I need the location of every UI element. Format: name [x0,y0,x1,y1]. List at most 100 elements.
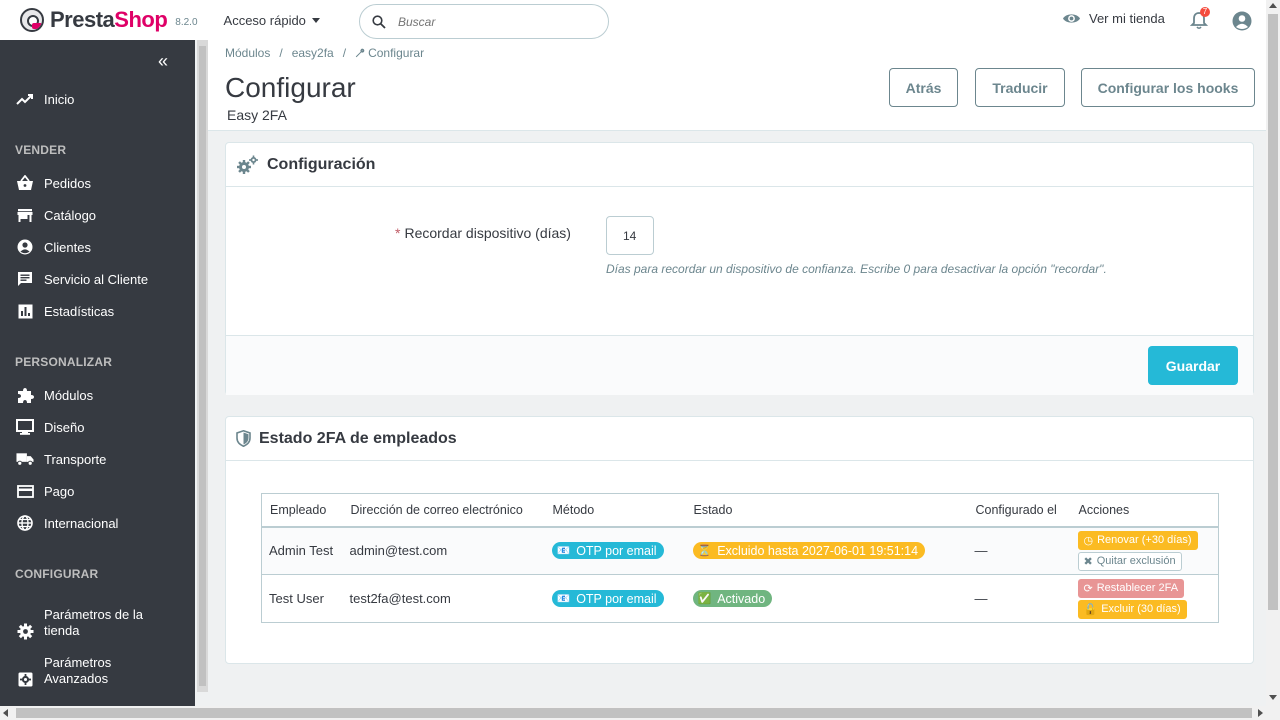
sidebar-section-configurar: CONFIGURAR [15,567,99,581]
gear-icon [16,622,34,640]
sidebar-item-label: Estadísticas [44,303,115,319]
remove-exclusion-label: Quitar exclusión [1096,555,1176,568]
configure-hooks-button[interactable]: Configurar los hooks [1081,68,1255,107]
notifications-button[interactable]: 7 [1189,7,1210,33]
translate-button[interactable]: Traducir [975,68,1065,107]
sidebar-item-parametros-tienda[interactable]: Parámetros de la tienda [0,606,195,640]
sidebar-item-label: Clientes [44,239,91,255]
bar-chart-icon [16,302,34,320]
quick-access-dropdown[interactable]: Acceso rápido [224,13,320,28]
credit-card-icon [16,482,34,500]
method-cell: 📧 OTP por email [544,526,686,575]
sidebar-item-transporte[interactable]: Transporte [0,450,195,468]
collapse-sidebar-icon[interactable]: « [158,52,168,70]
sidebar-section-vender: VENDER [15,143,67,157]
status-cell: ⏳ Excluido hasta 2027-06-01 19:51:14 [685,526,968,575]
breadcrumb-separator: / [279,46,283,60]
account-circle-icon [16,238,34,256]
account-circle-icon [1232,11,1252,31]
exclude-30-days-button[interactable]: 🔓 Excluir (30 días) [1077,599,1187,619]
search-input[interactable] [398,14,588,29]
renew-exclusion-label: Renovar (+30 días) [1097,534,1192,547]
save-button[interactable]: Guardar [1148,346,1238,385]
page-header: Módulos / easy2fa / Configurar Configura… [208,40,1266,131]
sidebar-item-pedidos[interactable]: Pedidos [0,174,195,192]
remove-exclusion-button[interactable]: ✖ Quitar exclusión [1077,551,1182,571]
breadcrumb-separator: / [342,46,347,60]
search-box[interactable] [359,4,609,39]
scroll-left-arrow-icon[interactable] [3,709,8,717]
sidebar-item-clientes[interactable]: Clientes [0,238,195,256]
prestashop-logo[interactable]: PrestaShop 8.2.0 [20,7,198,33]
chat-icon [16,270,34,288]
remember-device-days-input[interactable] [606,216,654,255]
employee-name-cell: Test User [261,574,343,623]
back-button[interactable]: Atrás [889,68,958,107]
employee-name-cell: Admin Test [261,526,343,575]
unlock-icon: 🔓 [1083,603,1098,616]
sidebar-item-estadisticas[interactable]: Estadísticas [0,302,195,320]
view-store-link[interactable]: Ver mi tienda [1062,11,1165,26]
employee-2fa-table: Empleado Dirección de correo electrónico… [261,493,1219,623]
reset-2fa-button[interactable]: ⟳ Restablecer 2FA [1077,578,1185,598]
scroll-right-arrow-icon[interactable] [1258,709,1263,717]
page-vertical-scrollbar[interactable] [1266,0,1280,706]
desktop-icon [16,418,34,436]
breadcrumb-modulos[interactable]: Módulos [225,46,270,60]
scroll-up-arrow-icon[interactable] [1269,3,1277,8]
sidebar-item-modulos[interactable]: Módulos [0,386,195,404]
status-badge: ⏳ Excluido hasta 2027-06-01 19:51:14 [692,542,926,560]
row-actions: ⟳ Restablecer 2FA 🔓 Excluir (30 días) [1077,578,1212,619]
puffin-logo-icon [20,8,44,32]
page-horizontal-scrollbar-thumb[interactable] [16,708,1252,718]
sidebar-item-label: Internacional [44,515,119,531]
shopping-basket-icon [16,174,34,192]
page-subtitle: Easy 2FA [227,107,287,123]
status-panel-heading: Estado 2FA de empleados [226,417,1253,461]
configured-at-cell: — [967,526,1071,575]
sidebar-item-internacional[interactable]: Internacional [0,514,195,532]
advanced-settings-icon [16,670,34,688]
sidebar-item-label: Diseño [44,419,85,435]
scroll-down-arrow-icon[interactable] [1269,695,1277,700]
status-badge: ✅ Activado [692,590,773,607]
exclude-30-days-label: Excluir (30 días) [1101,603,1181,615]
sidebar-item-label: Parámetros Avanzados [44,655,112,686]
sidebar-item-servicio-cliente[interactable]: Servicio al Cliente [0,270,195,288]
status-badge-label: Activado [717,591,766,606]
configured-at-cell: — [967,574,1071,623]
renew-exclusion-button[interactable]: ◷ Renovar (+30 días) [1077,530,1198,550]
account-button[interactable] [1232,11,1252,34]
sidebar-item-label: Transporte [44,451,107,467]
actions-cell: ◷ Renovar (+30 días) ✖ Quitar exclusión [1070,526,1219,575]
sidebar-scrollbar[interactable] [197,40,208,692]
sidebar-item-pago[interactable]: Pago [0,482,195,500]
hourglass-icon: ⏳ [697,545,712,558]
sidebar-item-label: Pago [44,483,75,499]
sidebar-item-label: Catálogo [44,207,97,223]
sidebar-item-parametros-avanzados[interactable]: Parámetros Avanzados [0,654,195,688]
row-actions: ◷ Renovar (+30 días) ✖ Quitar exclusión [1077,530,1212,571]
globe-icon [16,514,34,532]
sidebar-item-catalogo[interactable]: Catálogo [0,206,195,224]
configuration-panel-heading: Configuración [226,143,1253,187]
remember-device-label: * Recordar dispositivo (días) [395,225,571,241]
sidebar-item-diseno[interactable]: Diseño [0,418,195,436]
column-header-actions: Acciones [1070,493,1219,528]
sidebar-item-label: Módulos [44,387,94,403]
page-vertical-scrollbar-thumb[interactable] [1268,14,1278,610]
check-icon: ✅ [697,593,712,605]
column-header-email: Dirección de correo electrónico [342,493,545,528]
status-panel-title: Estado 2FA de empleados [259,429,457,447]
status-cell: ✅ Activado [685,574,968,623]
sidebar-item-inicio[interactable]: Inicio [0,90,195,108]
store-icon [16,206,34,224]
page-horizontal-scrollbar[interactable] [0,706,1280,720]
eye-icon [1063,14,1080,23]
quick-access-label: Acceso rápido [223,12,306,28]
column-header-status: Estado [685,493,968,528]
clock-icon: ◷ [1083,534,1094,547]
breadcrumb-easy2fa[interactable]: easy2fa [292,46,334,60]
employee-email-cell: test2fa@test.com [342,574,545,623]
sidebar-scrollbar-thumb[interactable] [199,46,206,686]
